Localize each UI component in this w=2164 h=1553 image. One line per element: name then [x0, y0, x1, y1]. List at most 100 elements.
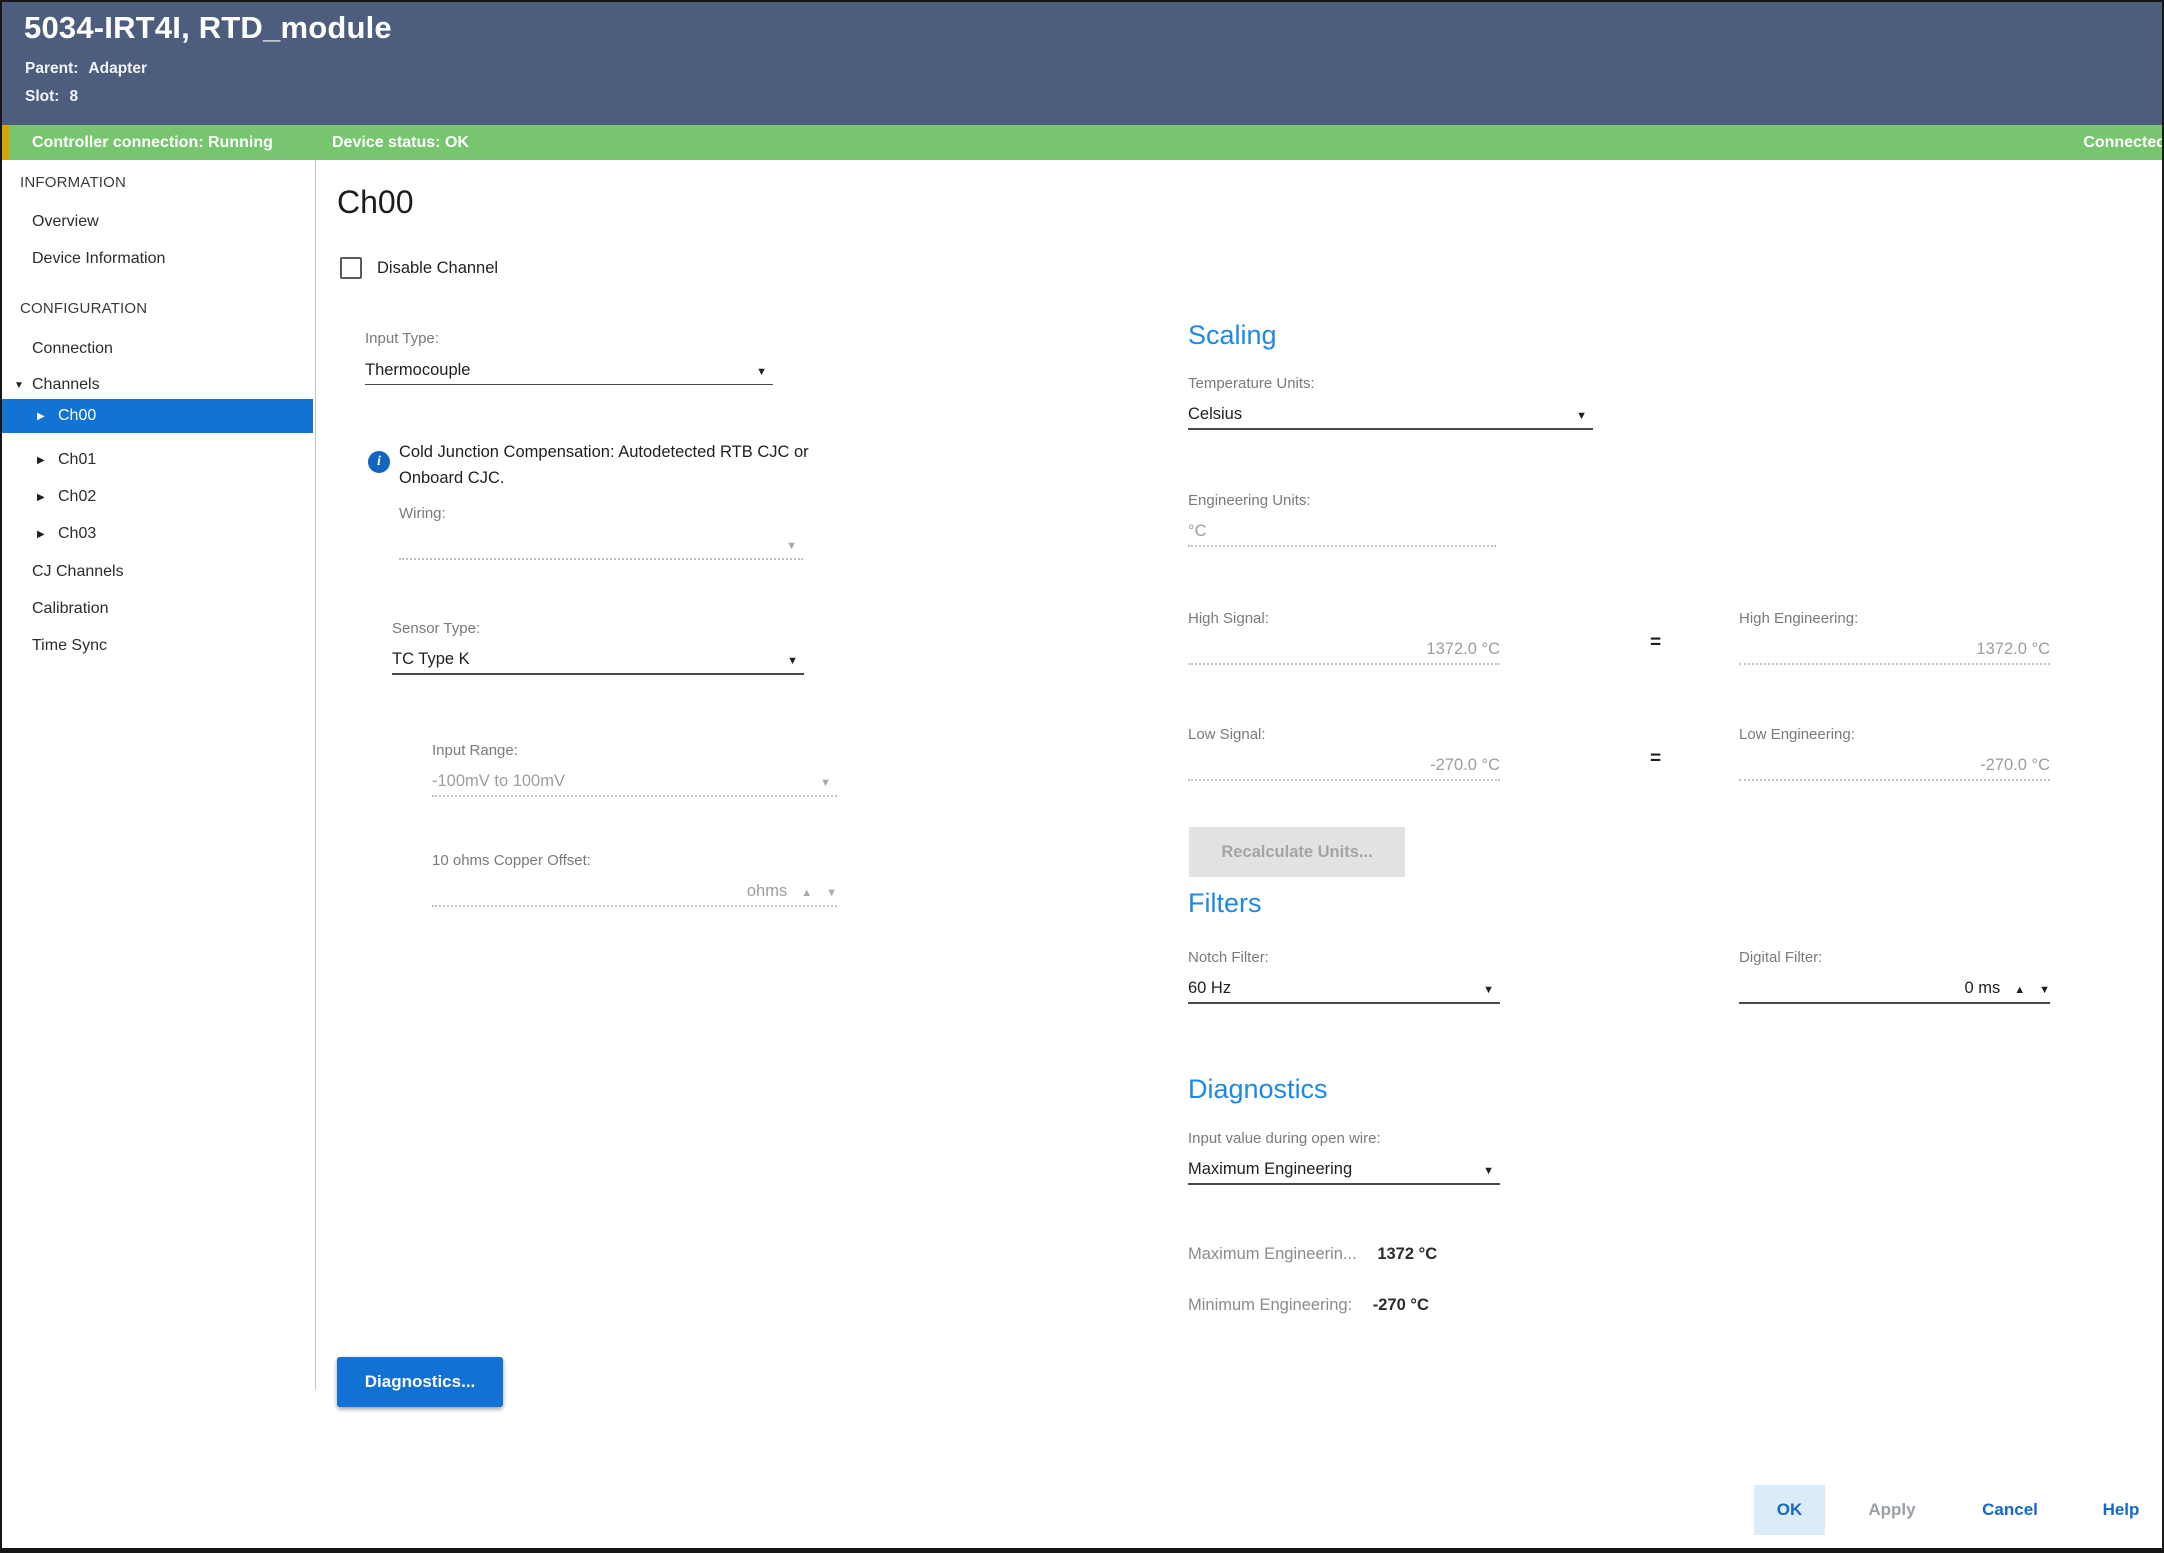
engineering-units-value: °C: [1188, 520, 1207, 542]
wiring-label: Wiring:: [399, 504, 803, 524]
dropdown-arrow-icon: ▼: [820, 774, 837, 792]
open-wire-value: Maximum Engineering: [1188, 1158, 1352, 1180]
disable-channel-label: Disable Channel: [377, 259, 498, 278]
info-icon: i: [368, 451, 390, 473]
scaling-heading: Scaling: [1188, 320, 1277, 351]
temperature-units-value: Celsius: [1188, 403, 1242, 425]
open-wire-label: Input value during open wire:: [1188, 1129, 1500, 1149]
dropdown-arrow-icon: ▼: [786, 537, 803, 555]
sidebar-item-ch03[interactable]: ▶ Ch03: [2, 517, 313, 551]
status-accent-strip: [2, 125, 9, 160]
temperature-units-label: Temperature Units:: [1188, 374, 1593, 394]
connected-status: Connected: [2083, 125, 2164, 160]
temperature-units-dropdown[interactable]: Temperature Units: Celsius ▼: [1188, 374, 1593, 430]
spinner-up-icon: ▲: [801, 884, 812, 902]
sidebar-item-time-sync[interactable]: Time Sync: [2, 629, 313, 663]
low-signal-field: Low Signal: -270.0 °C: [1188, 725, 1500, 781]
input-range-dropdown: Input Range: -100mV to 100mV ▼: [432, 741, 837, 797]
diagnostics-button[interactable]: Diagnostics...: [337, 1357, 503, 1407]
sensor-type-dropdown[interactable]: Sensor Type: TC Type K ▼: [392, 619, 804, 675]
disable-channel-row: Disable Channel: [340, 257, 498, 279]
minimum-engineering-row: Minimum Engineering: -270 °C: [1188, 1296, 1429, 1315]
wiring-dropdown: Wiring: ▼: [399, 504, 803, 560]
ok-button[interactable]: OK: [1754, 1485, 1825, 1535]
copper-offset-unit: ohms: [747, 880, 787, 902]
chevron-down-icon[interactable]: ▼: [14, 369, 24, 403]
slot-row: Slot:8: [25, 88, 78, 106]
parent-label: Parent:: [25, 60, 78, 77]
sensor-type-label: Sensor Type:: [392, 619, 804, 639]
digital-filter-value: 0 ms: [1964, 977, 2000, 999]
sidebar-divider: [315, 160, 316, 1390]
sidebar-item-ch02[interactable]: ▶ Ch02: [2, 480, 313, 514]
information-section-header: INFORMATION: [20, 174, 126, 191]
notch-filter-dropdown[interactable]: Notch Filter: 60 Hz ▼: [1188, 948, 1500, 1004]
equals-sign: =: [1650, 748, 1661, 770]
open-wire-dropdown[interactable]: Input value during open wire: Maximum En…: [1188, 1129, 1500, 1185]
sidebar-item-overview[interactable]: Overview: [2, 205, 313, 239]
sidebar-item-cj-channels[interactable]: CJ Channels: [2, 555, 313, 589]
low-engineering-label: Low Engineering:: [1739, 725, 2050, 745]
parent-value: Adapter: [88, 60, 147, 77]
spinner-down-icon: ▼: [826, 884, 837, 902]
maximum-engineering-label: Maximum Engineerin...: [1188, 1245, 1357, 1263]
disable-channel-checkbox[interactable]: [340, 257, 362, 279]
minimum-engineering-value: -270 °C: [1373, 1296, 1429, 1314]
diagnostics-heading: Diagnostics: [1188, 1074, 1328, 1105]
input-range-value: -100mV to 100mV: [432, 770, 565, 792]
digital-filter-spinner[interactable]: Digital Filter: 0 ms ▲ ▼: [1739, 948, 2050, 1004]
cancel-button[interactable]: Cancel: [1970, 1485, 2050, 1535]
recalculate-units-button: Recalculate Units...: [1189, 827, 1405, 877]
input-type-dropdown[interactable]: Input Type: Thermocouple ▼: [365, 329, 773, 385]
spinner-up-icon[interactable]: ▲: [2014, 981, 2025, 999]
dropdown-arrow-icon[interactable]: ▼: [787, 652, 804, 670]
sidebar-item-channels[interactable]: ▼ Channels: [2, 368, 313, 402]
sidebar-item-connection[interactable]: Connection: [2, 332, 313, 366]
input-type-label: Input Type:: [365, 329, 773, 349]
copper-offset-spinner: 10 ohms Copper Offset: ohms ▲ ▼: [432, 851, 837, 907]
spinner-down-icon[interactable]: ▼: [2039, 981, 2050, 999]
chevron-right-icon[interactable]: ▶: [37, 444, 45, 478]
sidebar-item-calibration[interactable]: Calibration: [2, 592, 313, 626]
sidebar-nav: INFORMATION Overview Device Information …: [2, 160, 315, 1548]
maximum-engineering-value: 1372 °C: [1377, 1245, 1437, 1263]
chevron-right-icon[interactable]: ▶: [37, 518, 45, 552]
notch-filter-label: Notch Filter:: [1188, 948, 1500, 968]
input-type-value: Thermocouple: [365, 359, 470, 381]
copper-offset-label: 10 ohms Copper Offset:: [432, 851, 837, 871]
high-engineering-value: 1372.0 °C: [1976, 638, 2050, 660]
chevron-right-icon[interactable]: ▶: [37, 400, 45, 434]
notch-filter-value: 60 Hz: [1188, 977, 1231, 999]
sidebar-item-device-information[interactable]: Device Information: [2, 242, 313, 276]
parent-row: Parent: Adapter: [25, 60, 147, 78]
low-engineering-field: Low Engineering: -270.0 °C: [1739, 725, 2050, 781]
digital-filter-label: Digital Filter:: [1739, 948, 2050, 968]
high-signal-value: 1372.0 °C: [1426, 638, 1500, 660]
module-config-window: 5034-IRT4I, RTD_module Parent: Adapter Sl…: [0, 0, 2164, 1553]
minimum-engineering-label: Minimum Engineering:: [1188, 1296, 1352, 1314]
low-engineering-value: -270.0 °C: [1980, 754, 2050, 776]
controller-connection-status: Controller connection: Running: [32, 125, 273, 160]
configuration-section-header: CONFIGURATION: [20, 300, 147, 317]
sidebar-item-ch00[interactable]: ▶ Ch00: [2, 399, 313, 433]
window-title: 5034-IRT4I, RTD_module: [24, 10, 392, 46]
maximum-engineering-row: Maximum Engineerin... 1372 °C: [1188, 1245, 1437, 1264]
dropdown-arrow-icon[interactable]: ▼: [1483, 1162, 1500, 1180]
engineering-units-label: Engineering Units:: [1188, 491, 1496, 511]
high-signal-field: High Signal: 1372.0 °C: [1188, 609, 1500, 665]
chevron-right-icon[interactable]: ▶: [37, 481, 45, 515]
high-engineering-field: High Engineering: 1372.0 °C: [1739, 609, 2050, 665]
channel-title: Ch00: [337, 184, 414, 221]
high-engineering-label: High Engineering:: [1739, 609, 2050, 629]
high-signal-label: High Signal:: [1188, 609, 1500, 629]
input-range-label: Input Range:: [432, 741, 837, 761]
cjc-info-note: i Cold Junction Compensation: Autodetect…: [366, 439, 866, 491]
slot-value: 8: [69, 88, 78, 105]
dropdown-arrow-icon[interactable]: ▼: [1483, 981, 1500, 999]
dropdown-arrow-icon[interactable]: ▼: [756, 363, 773, 381]
dropdown-arrow-icon[interactable]: ▼: [1576, 407, 1593, 425]
device-status: Device status: OK: [332, 125, 469, 160]
filters-heading: Filters: [1188, 888, 1262, 919]
help-button[interactable]: Help: [2090, 1485, 2152, 1535]
sidebar-item-ch01[interactable]: ▶ Ch01: [2, 443, 313, 477]
